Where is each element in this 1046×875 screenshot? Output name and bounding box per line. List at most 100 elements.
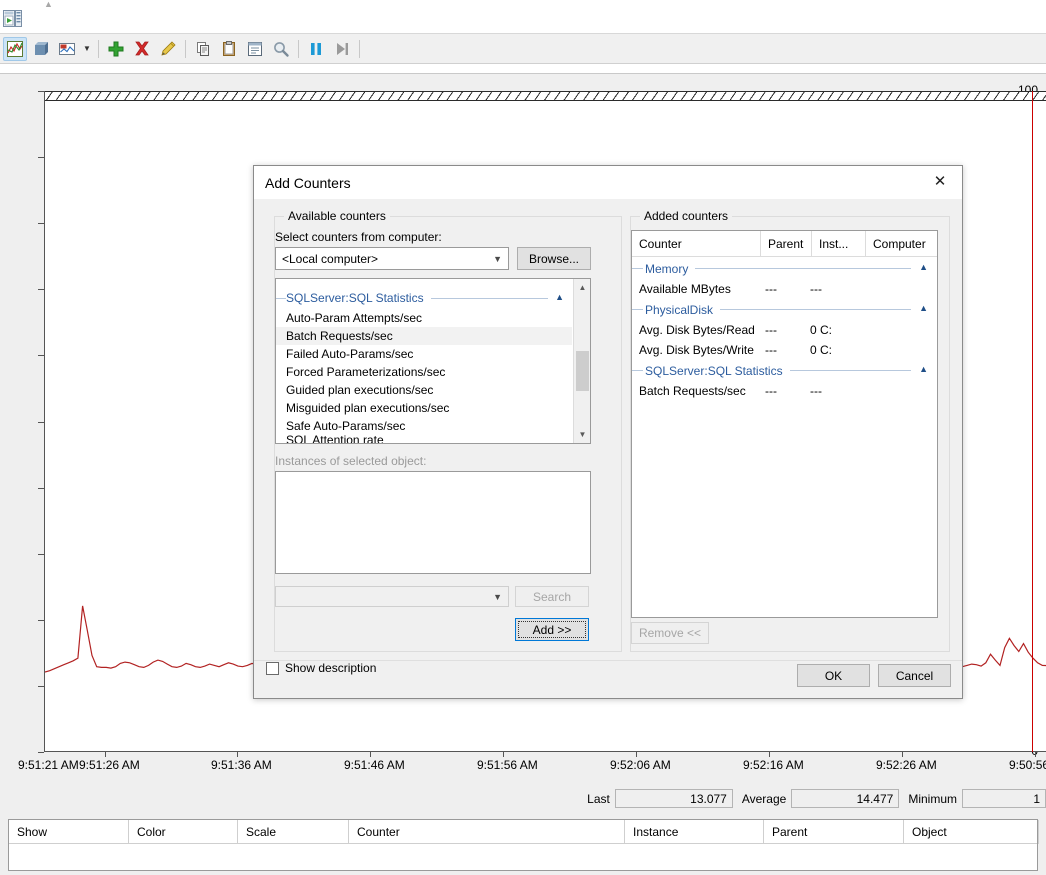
select-computer-label: Select counters from computer: [275,230,442,244]
added-column-header[interactable]: Parent [761,231,812,257]
scroll-down-icon[interactable]: ▼ [574,426,590,443]
counter-list-item[interactable]: Auto-Param Attempts/sec [276,309,572,327]
add-button[interactable]: Add >> [515,618,589,641]
added-column-header[interactable]: Inst... [812,231,866,257]
added-counter-row[interactable]: Avg. Disk Bytes/Read --- 0 C: [632,320,937,340]
added-counter-cell-parent: --- [765,384,777,398]
added-group-header[interactable]: SQLServer:SQL Statistics ▲ [632,360,937,381]
added-counter-cell-counter: Batch Requests/sec [639,384,746,398]
legend-column-header[interactable]: Counter [349,820,625,844]
chevron-up-icon[interactable]: ▲ [919,262,928,272]
toolbar-separator [185,39,186,58]
legend-column-header[interactable]: Show [9,820,129,844]
added-counters-caption: Added counters [640,209,733,223]
histogram-bar-icon [35,41,48,55]
highlighter-pencil-icon [161,40,176,56]
copy-properties-button[interactable] [191,37,215,61]
line-graph-icon [7,40,23,57]
show-description-checkbox[interactable] [266,661,279,675]
legend-column-header[interactable]: Instance [625,820,764,844]
x-axis-tick [237,752,238,757]
step-forward-icon [337,42,348,55]
list-item-partial-top[interactable] [276,279,572,287]
scroll-up-icon[interactable]: ▲ [574,279,590,296]
counter-list-item[interactable]: Safe Auto-Params/sec [276,417,572,435]
window-top-strip: ▲ [0,0,1046,34]
counter-list-items[interactable]: SQLServer:SQL Statistics ▲ Auto-Param Atte… [276,279,572,443]
added-counter-row[interactable]: Available MBytes --- --- [632,279,937,299]
legend-table[interactable]: Show Color Scale Counter Instance Parent Objec… [8,819,1039,871]
added-counter-cell-counter: Avg. Disk Bytes/Write [639,343,754,357]
view-graph-button[interactable] [3,36,27,61]
counter-list-scrollbar[interactable]: ▲ ▼ [573,279,590,443]
added-counter-row[interactable]: Batch Requests/sec --- --- [632,381,937,401]
legend-column-header[interactable]: Color [129,820,238,844]
show-description-row[interactable]: Show description [266,661,376,675]
legend-column-header[interactable]: Parent [764,820,904,844]
chevron-down-icon[interactable]: ▼ [80,37,94,61]
added-column-header[interactable]: Counter [632,231,761,257]
freeze-display-button[interactable] [304,37,328,61]
available-counters-list[interactable]: SQLServer:SQL Statistics ▲ Auto-Param Atte… [275,278,591,444]
legend-column-header[interactable]: Scale [238,820,349,844]
remove-button[interactable]: Remove << [631,622,709,644]
counter-list-item[interactable]: Failed Auto-Params/sec [276,345,572,363]
added-counters-header: Counter Parent Inst... Computer [632,231,937,257]
counter-list-item[interactable]: Guided plan executions/sec [276,381,572,399]
green-plus-icon [108,41,124,56]
added-counters-body[interactable]: Memory ▲ Available MBytes --- --- PhysicalDis… [632,258,937,617]
added-counter-cell-computer [868,320,938,340]
add-counters-dialog: Add Counters ✕ Available counters Select… [253,165,963,699]
chevron-up-icon[interactable]: ▲ [555,292,564,302]
zoom-to-button[interactable] [269,37,293,61]
computer-select[interactable]: <Local computer> ▼ [275,247,509,270]
added-counter-cell-computer [868,279,938,299]
ok-button[interactable]: OK [797,664,870,687]
computer-select-value: <Local computer> [282,251,379,266]
instances-list[interactable] [275,471,591,574]
dialog-title: Add Counters [265,175,351,191]
x-axis-tick [370,752,371,757]
chevron-down-icon: ▼ [493,591,502,602]
delete-counter-button[interactable] [130,37,154,61]
counter-list-item-partial[interactable]: SQL Attention rate [276,435,572,443]
paste-counter-list-button[interactable] [217,37,241,61]
change-graph-type-button[interactable] [55,37,79,61]
properties-window-icon [248,41,262,56]
x-axis-tick-label: 9:52:26 AM [876,758,937,772]
browse-button[interactable]: Browse... [517,247,591,270]
counter-group-header[interactable]: SQLServer:SQL Statistics ▲ [276,287,572,309]
view-histogram-button[interactable] [29,37,53,61]
highlight-button[interactable] [156,37,180,61]
counter-list-item[interactable]: Forced Parameterizations/sec [276,363,572,381]
x-axis-tick-label: 9:50:56 [1009,758,1046,772]
chevron-up-icon[interactable]: ▲ [919,364,928,374]
added-group-label: Memory [643,261,696,276]
counter-list-item[interactable]: Misguided plan executions/sec [276,399,572,417]
added-counters-table[interactable]: Counter Parent Inst... Computer Memory ▲ Avai… [631,230,938,618]
instance-search-combo[interactable]: ▼ [275,586,509,607]
value-label-last: Last [587,791,610,806]
legend-body[interactable] [9,844,1037,870]
value-label-minimum: Minimum [908,791,957,806]
added-counter-row[interactable]: Avg. Disk Bytes/Write --- 0 C: [632,340,937,360]
update-data-button[interactable] [330,37,354,61]
legend-column-header[interactable]: Object [904,820,1039,844]
properties-button[interactable] [243,37,267,61]
change-graph-type-icon [59,42,75,55]
added-group-header[interactable]: Memory ▲ [632,258,937,279]
x-axis-tick [503,752,504,757]
added-column-header[interactable]: Computer [866,231,939,257]
added-group-header[interactable]: PhysicalDisk ▲ [632,299,937,320]
remove-button-label: Remove << [638,626,702,640]
search-button[interactable]: Search [515,586,589,607]
close-icon[interactable]: ✕ [918,166,962,196]
y-axis-tick [38,752,44,753]
counter-list-item[interactable]: Batch Requests/sec [276,327,572,345]
ok-button-label: OK [824,668,843,683]
chevron-up-icon[interactable]: ▲ [919,303,928,313]
scrollbar-thumb[interactable] [576,351,589,391]
add-counter-button[interactable] [104,37,128,61]
value-field-average: 14.477 [791,789,900,808]
cancel-button[interactable]: Cancel [878,664,951,687]
